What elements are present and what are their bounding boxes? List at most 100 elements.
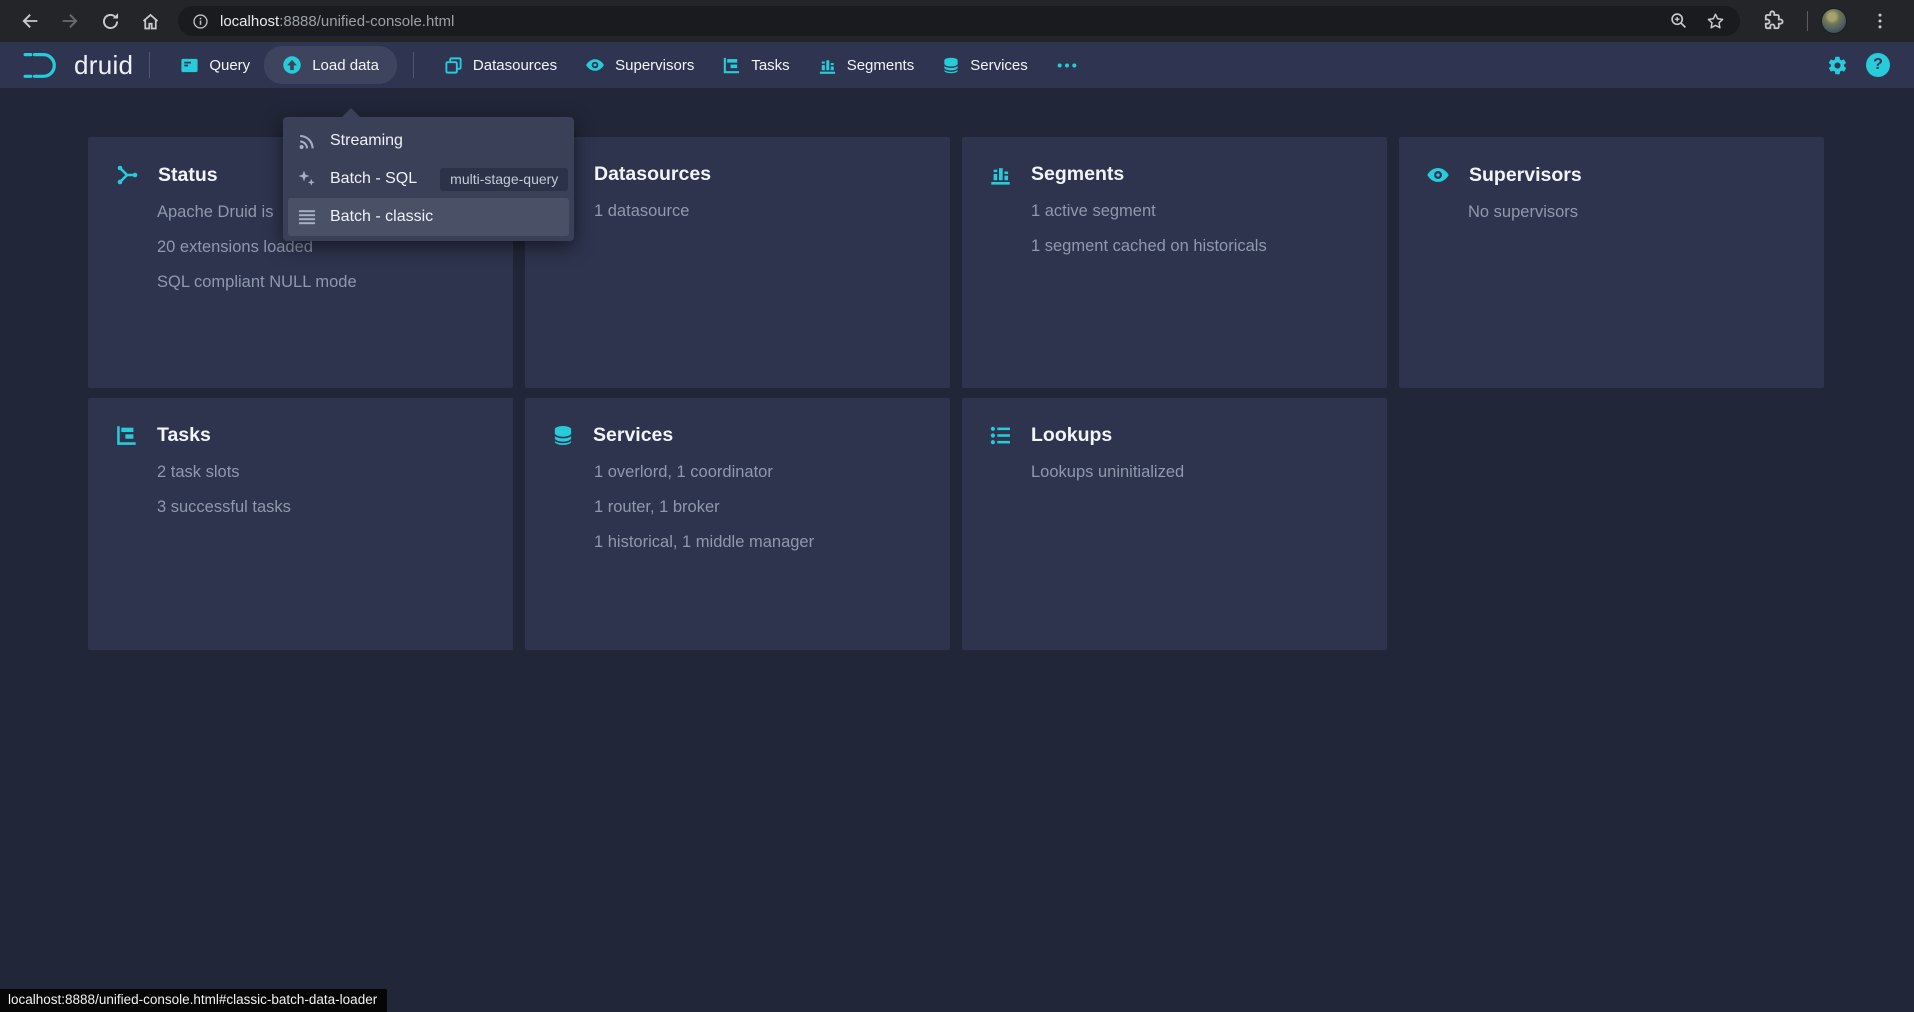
home-icon[interactable] [133,4,167,38]
gantt-icon [722,56,741,75]
menu-item-label: Batch - classic [330,208,433,226]
card-line: 1 active segment [1031,194,1361,229]
reload-icon[interactable] [93,4,127,38]
help-button[interactable]: ? [1866,53,1890,77]
card-header: Tasks [88,398,513,447]
card-title: Services [593,424,673,447]
nav-item-segments[interactable]: Segments [804,47,929,84]
bookmark-star-icon[interactable] [1705,11,1726,32]
card-header: Services [525,398,950,447]
more-icon [1056,56,1078,75]
card-title: Tasks [157,424,211,447]
bar-chart-icon [818,56,837,75]
card-body: 2 task slots 3 successful tasks [88,447,513,525]
card-line: 3 successful tasks [157,490,487,525]
card-body: 1 overlord, 1 coordinator 1 router, 1 br… [525,447,950,560]
database-icon [552,424,574,447]
menu-item-label: Batch - SQL [330,170,417,188]
nav-label: Services [970,57,1028,74]
card-title: Supervisors [1469,164,1582,187]
card-line: 1 historical, 1 middle manager [594,525,924,560]
nav-item-datasources[interactable]: Datasources [430,47,571,84]
extensions-puzzle-icon[interactable] [1757,4,1791,38]
upload-icon [282,55,302,75]
card-title: Datasources [594,163,711,186]
nav-label: Supervisors [615,57,694,74]
card-services[interactable]: Services 1 overlord, 1 coordinator 1 rou… [525,398,950,650]
card-line: 2 task slots [157,455,487,490]
card-header: Datasources [525,137,950,186]
nav-item-tasks[interactable]: Tasks [708,47,803,84]
zoom-page-icon[interactable] [1669,11,1689,31]
card-lookups[interactable]: Lookups Lookups uninitialized [962,398,1387,650]
nav-item-supervisors[interactable]: Supervisors [571,46,708,84]
card-supervisors[interactable]: Supervisors No supervisors [1399,137,1824,388]
nav-item-services[interactable]: Services [928,47,1042,84]
druid-navbar: druid Query Load data Datasources Superv… [0,42,1914,88]
card-body: 1 active segment 1 segment cached on his… [962,186,1387,264]
menu-item-batch-classic[interactable]: Batch - classic [288,198,569,236]
card-segments[interactable]: Segments 1 active segment 1 segment cach… [962,137,1387,388]
nav-item-more[interactable] [1042,47,1092,84]
menu-caret [341,108,361,118]
link-target-status-bubble: localhost:8888/unified-console.html#clas… [0,989,387,1012]
nav-label: Datasources [473,57,557,74]
toolbar-divider [1807,11,1808,31]
card-line: 1 segment cached on historicals [1031,229,1361,264]
card-title: Segments [1031,163,1124,186]
eye-icon [585,55,605,75]
card-header: Lookups [962,398,1387,447]
menu-item-label: Streaming [330,132,403,150]
card-header: Supervisors [1399,137,1824,187]
navbar-right: ? [1827,53,1890,77]
forward-icon[interactable] [53,4,87,38]
card-body: Lookups uninitialized [962,447,1387,490]
browser-actions [1748,4,1906,38]
nav-label: Load data [312,57,379,74]
card-title: Status [158,164,218,187]
help-glyph: ? [1873,56,1883,74]
fork-icon [115,163,139,187]
card-line: 1 datasource [594,194,924,229]
nav-label: Segments [847,57,915,74]
stacked-lines-icon [297,207,317,227]
card-line: Lookups uninitialized [1031,455,1361,490]
nav-label: Tasks [751,57,789,74]
druid-logo-icon [22,49,64,81]
menu-item-streaming[interactable]: Streaming [288,122,569,160]
site-info-icon[interactable] [192,13,209,30]
settings-gear-icon[interactable] [1827,55,1848,76]
eye-icon [1426,163,1450,187]
browser-menu-kebab-icon[interactable] [1863,4,1897,38]
card-body: 1 datasource [525,186,950,229]
druid-logo[interactable]: druid [22,49,133,81]
card-header: Segments [962,137,1387,186]
card-line: 1 router, 1 broker [594,490,924,525]
nav-divider [413,52,414,78]
sparkles-icon [297,169,317,189]
card-tasks[interactable]: Tasks 2 task slots 3 successful tasks [88,398,513,650]
card-line: 1 overlord, 1 coordinator [594,455,924,490]
properties-list-icon [989,424,1012,447]
url-bar[interactable]: localhost:8888/unified-console.html [178,6,1740,36]
profile-avatar[interactable] [1821,8,1847,34]
card-line: No supervisors [1468,195,1798,230]
stacked-panels-icon [444,56,463,75]
nav-item-load-data[interactable]: Load data [264,46,397,84]
card-datasources[interactable]: Datasources 1 datasource [525,137,950,388]
menu-item-batch-sql[interactable]: Batch - SQL multi-stage-query [288,160,569,198]
console-icon [180,56,199,75]
back-icon[interactable] [13,4,47,38]
nav-label: Query [209,57,250,74]
url-text: localhost:8888/unified-console.html [220,13,454,30]
load-data-menu: Streaming Batch - SQL multi-stage-query … [283,117,574,241]
gantt-icon [115,424,138,447]
browser-toolbar: localhost:8888/unified-console.html [0,0,1914,42]
card-line: SQL compliant NULL mode [157,265,487,300]
card-body: No supervisors [1399,187,1824,230]
database-icon [942,56,960,75]
bar-chart-icon [989,163,1012,186]
nav-item-query[interactable]: Query [166,47,264,84]
feed-icon [297,131,317,151]
druid-wordmark: druid [74,50,133,81]
